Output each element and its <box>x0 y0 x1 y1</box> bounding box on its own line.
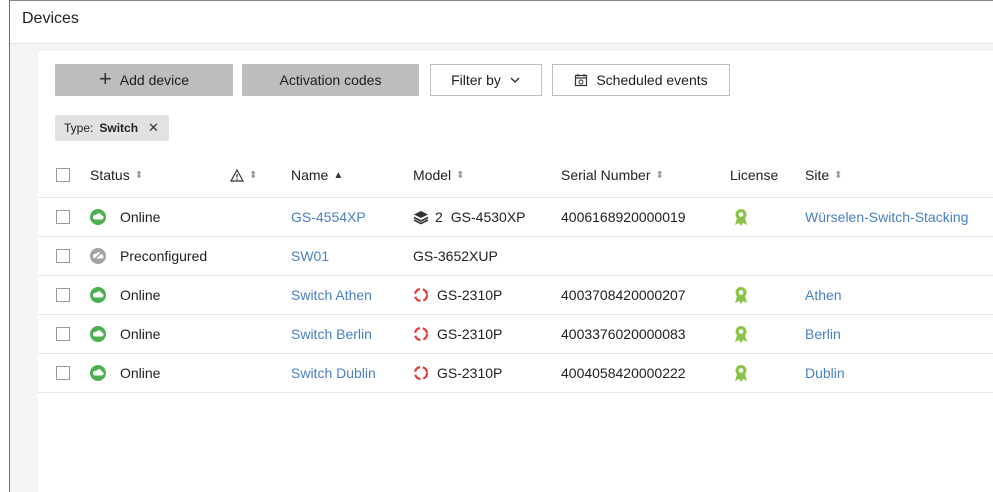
table-row[interactable]: Online Switch Athen GS-2310P 40037084200… <box>38 276 993 315</box>
model-text: GS-4530XP <box>450 209 526 225</box>
stack-icon <box>413 211 429 225</box>
license-badge-icon <box>735 365 747 382</box>
cloud-online-icon <box>90 365 106 381</box>
column-site-label: Site <box>805 167 830 183</box>
site-link[interactable]: Athen <box>805 287 842 303</box>
alert-ring-icon <box>413 287 429 303</box>
model-text: GS-2310P <box>437 365 503 381</box>
license-badge-icon <box>735 326 747 343</box>
select-all-checkbox[interactable] <box>56 168 70 182</box>
table-row[interactable]: Online Switch Berlin GS-2310P 4003376020… <box>38 315 993 354</box>
page-title: Devices <box>22 10 79 27</box>
activation-codes-label: Activation codes <box>279 72 382 88</box>
warning-icon <box>230 168 244 182</box>
filter-chip-value: Switch <box>99 121 139 135</box>
close-icon[interactable]: ✕ <box>148 120 159 136</box>
cloud-online-icon <box>90 287 106 303</box>
row-checkbox[interactable] <box>56 288 70 302</box>
sort-icon: ⬍ <box>834 169 843 181</box>
filter-by-button[interactable]: Filter by <box>430 64 542 96</box>
table-row[interactable]: Preconfigured SW01 GS-3652XUP <box>38 237 993 276</box>
column-name[interactable]: Name ▲ <box>291 153 343 197</box>
column-model[interactable]: Model ⬍ <box>413 153 465 197</box>
column-serial-label: Serial Number <box>561 167 651 183</box>
column-serial[interactable]: Serial Number ⬍ <box>561 153 664 197</box>
column-status-label: Status <box>90 167 130 183</box>
device-name-link[interactable]: Switch Berlin <box>291 326 372 342</box>
row-checkbox[interactable] <box>56 366 70 380</box>
sort-icon: ⬍ <box>456 169 465 181</box>
serial-text: 4003708420000207 <box>561 287 686 303</box>
row-checkbox[interactable] <box>56 249 70 263</box>
site-link[interactable]: Dublin <box>805 365 845 381</box>
chevron-down-icon <box>510 77 520 83</box>
serial-text: 4006168920000019 <box>561 209 686 225</box>
license-badge-icon <box>735 209 747 226</box>
filter-by-label: Filter by <box>451 72 501 88</box>
column-model-label: Model <box>413 167 452 183</box>
table-row[interactable]: Online GS-4554XP 2 GS-4530XP 40061689200… <box>38 198 993 237</box>
scheduled-events-label: Scheduled events <box>596 72 708 88</box>
devices-panel: + Add device Activation codes Filter by <box>38 51 993 492</box>
row-checkbox[interactable] <box>56 327 70 341</box>
table-header-row: Status ⬍ ⬍ Name ▲ Model ⬍ Serial Number … <box>38 153 993 198</box>
cloud-online-icon <box>90 209 106 225</box>
status-text: Online <box>120 326 161 342</box>
column-status[interactable]: Status ⬍ <box>90 153 143 197</box>
device-name-link[interactable]: GS-4554XP <box>291 209 366 225</box>
table-row[interactable]: Online Switch Dublin GS-2310P 4004058420… <box>38 354 993 393</box>
site-link[interactable]: Berlin <box>805 326 841 342</box>
model-text: GS-3652XUP <box>413 248 498 264</box>
add-device-button[interactable]: + Add device <box>55 64 233 96</box>
plus-icon: + <box>98 66 112 91</box>
activation-codes-button[interactable]: Activation codes <box>242 64 419 96</box>
status-text: Online <box>120 209 161 225</box>
row-checkbox[interactable] <box>56 210 70 224</box>
column-site[interactable]: Site ⬍ <box>805 153 843 197</box>
sort-icon: ⬍ <box>249 169 258 181</box>
device-name-link[interactable]: SW01 <box>291 248 329 264</box>
add-device-label: Add device <box>119 72 190 88</box>
sort-ascending-icon: ▲ <box>333 169 344 181</box>
device-name-link[interactable]: Switch Athen <box>291 287 372 303</box>
cloud-online-icon <box>90 326 106 342</box>
alert-ring-icon <box>413 365 429 381</box>
column-license-label: License <box>730 167 779 183</box>
status-text: Online <box>120 287 161 303</box>
column-warning[interactable]: ⬍ <box>230 153 257 197</box>
alert-ring-icon <box>413 326 429 342</box>
scheduled-events-button[interactable]: Scheduled events <box>552 64 730 96</box>
model-text: GS-2310P <box>437 326 503 342</box>
content-area: + Add device Activation codes Filter by <box>10 44 993 492</box>
status-text: Online <box>120 365 161 381</box>
site-link[interactable]: Würselen-Switch-Stacking <box>805 209 968 225</box>
calendar-icon <box>575 74 588 87</box>
cloud-offline-icon <box>90 248 106 264</box>
filter-chip-type: Type: Switch ✕ <box>55 115 169 141</box>
license-badge-icon <box>735 287 747 304</box>
sort-icon: ⬍ <box>134 169 144 181</box>
model-text: GS-2310P <box>437 287 503 303</box>
column-license: License <box>730 153 778 197</box>
serial-text: 4004058420000222 <box>561 365 686 381</box>
column-name-label: Name <box>291 167 329 183</box>
sort-icon: ⬍ <box>655 169 664 181</box>
page-header: Devices <box>10 1 993 44</box>
stack-count: 2 <box>435 209 443 225</box>
serial-text: 4003376020000083 <box>561 326 686 342</box>
filter-chip-key: Type: <box>64 121 94 135</box>
status-text: Preconfigured <box>120 248 208 264</box>
device-name-link[interactable]: Switch Dublin <box>291 365 376 381</box>
